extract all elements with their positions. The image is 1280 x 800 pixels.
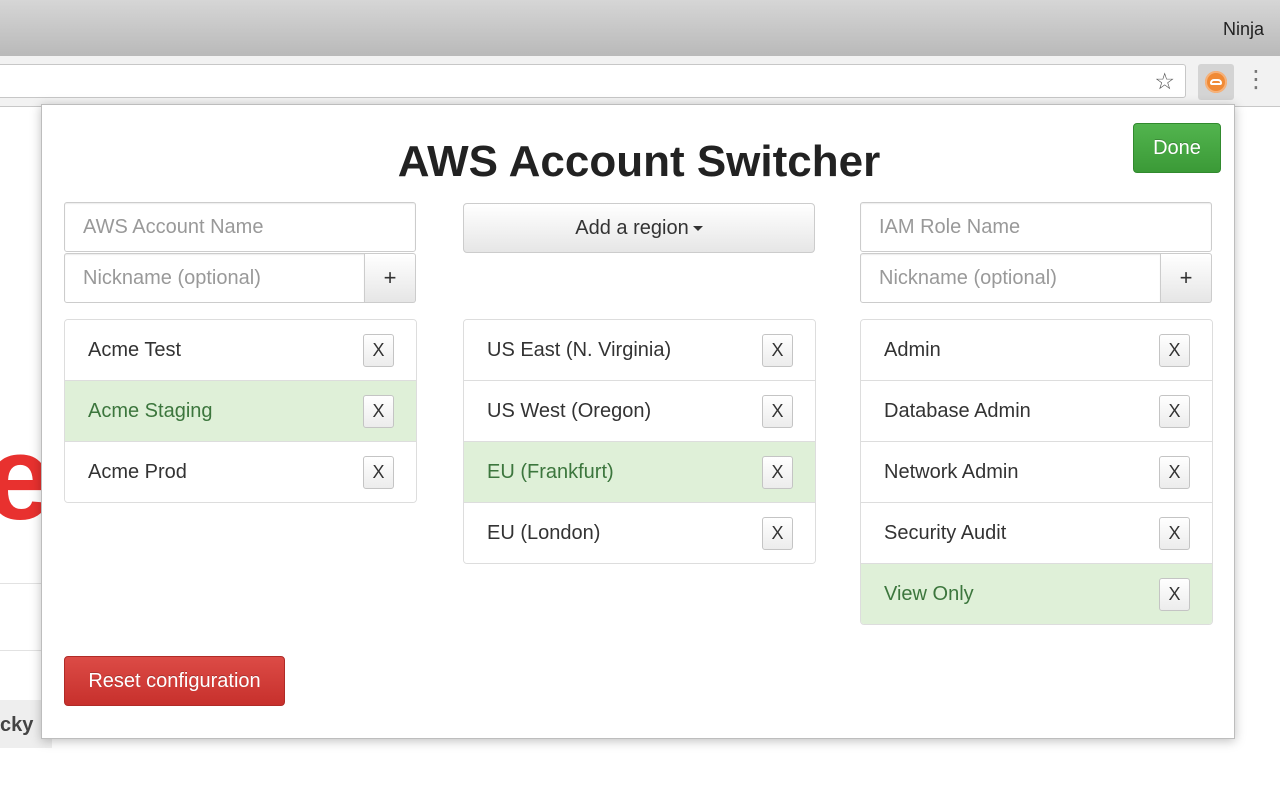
browser-titlebar: Ninja [0, 0, 1280, 57]
address-bar[interactable]: ☆ [0, 64, 1186, 98]
account-switcher-popup: AWS Account Switcher Done + Acme Test X … [41, 104, 1235, 739]
account-name-input[interactable] [64, 202, 416, 252]
region-list: US East (N. Virginia) X US West (Oregon)… [463, 319, 816, 564]
done-button[interactable]: Done [1133, 123, 1221, 173]
cloud-icon [1205, 71, 1227, 93]
region-label: EU (Frankfurt) [487, 461, 614, 483]
role-list: Admin X Database Admin X Network Admin X… [860, 319, 1213, 625]
role-label: Security Audit [884, 522, 1007, 544]
reset-configuration-button[interactable]: Reset configuration [64, 656, 285, 706]
role-label: Network Admin [884, 461, 1019, 483]
account-list: Acme Test X Acme Staging X Acme Prod X [64, 319, 417, 503]
remove-region-button[interactable]: X [762, 395, 793, 428]
list-item[interactable]: Acme Prod X [65, 441, 416, 502]
extension-button[interactable] [1198, 64, 1234, 100]
region-label: US West (Oregon) [487, 400, 652, 422]
role-label: Admin [884, 339, 941, 361]
kebab-menu-icon[interactable]: ⋮ [1244, 64, 1268, 100]
browser-toolbar: ☆ [0, 56, 1280, 107]
list-item[interactable]: EU (Frankfurt) X [464, 441, 815, 502]
list-item[interactable]: US West (Oregon) X [464, 380, 815, 441]
remove-role-button[interactable]: X [1159, 334, 1190, 367]
remove-region-button[interactable]: X [762, 456, 793, 489]
list-item[interactable]: Acme Test X [65, 320, 416, 380]
account-label: Acme Prod [88, 461, 187, 483]
remove-region-button[interactable]: X [762, 334, 793, 367]
remove-role-button[interactable]: X [1159, 578, 1190, 611]
list-item[interactable]: Network Admin X [861, 441, 1212, 502]
add-account-button[interactable]: + [365, 253, 416, 303]
role-label: Database Admin [884, 400, 1031, 422]
remove-role-button[interactable]: X [1159, 395, 1190, 428]
list-item[interactable]: EU (London) X [464, 502, 815, 563]
remove-account-button[interactable]: X [363, 334, 394, 367]
add-region-label: Add a region [575, 217, 689, 239]
add-region-dropdown[interactable]: Add a region [463, 203, 815, 253]
add-role-button[interactable]: + [1161, 253, 1212, 303]
list-item[interactable]: US East (N. Virginia) X [464, 320, 815, 380]
region-label: EU (London) [487, 522, 601, 544]
role-nickname-input[interactable] [860, 253, 1161, 303]
region-label: US East (N. Virginia) [487, 339, 672, 361]
account-nickname-input[interactable] [64, 253, 365, 303]
list-item[interactable]: Security Audit X [861, 502, 1212, 563]
list-item[interactable]: Admin X [861, 320, 1212, 380]
role-name-input[interactable] [860, 202, 1212, 252]
remove-account-button[interactable]: X [363, 395, 394, 428]
profile-name[interactable]: Ninja [1223, 19, 1264, 40]
list-item[interactable]: Acme Staging X [65, 380, 416, 441]
background-divider [0, 650, 42, 651]
remove-role-button[interactable]: X [1159, 517, 1190, 550]
role-label: View Only [884, 583, 974, 605]
list-item[interactable]: View Only X [861, 563, 1212, 624]
background-divider [0, 583, 42, 584]
page-title: AWS Account Switcher [397, 137, 881, 186]
account-label: Acme Staging [88, 400, 213, 422]
background-tab-text: cky [0, 714, 34, 736]
remove-region-button[interactable]: X [762, 517, 793, 550]
list-item[interactable]: Database Admin X [861, 380, 1212, 441]
remove-role-button[interactable]: X [1159, 456, 1190, 489]
remove-account-button[interactable]: X [363, 456, 394, 489]
star-icon[interactable]: ☆ [1154, 68, 1175, 95]
caret-down-icon [692, 226, 703, 232]
account-label: Acme Test [88, 339, 181, 361]
